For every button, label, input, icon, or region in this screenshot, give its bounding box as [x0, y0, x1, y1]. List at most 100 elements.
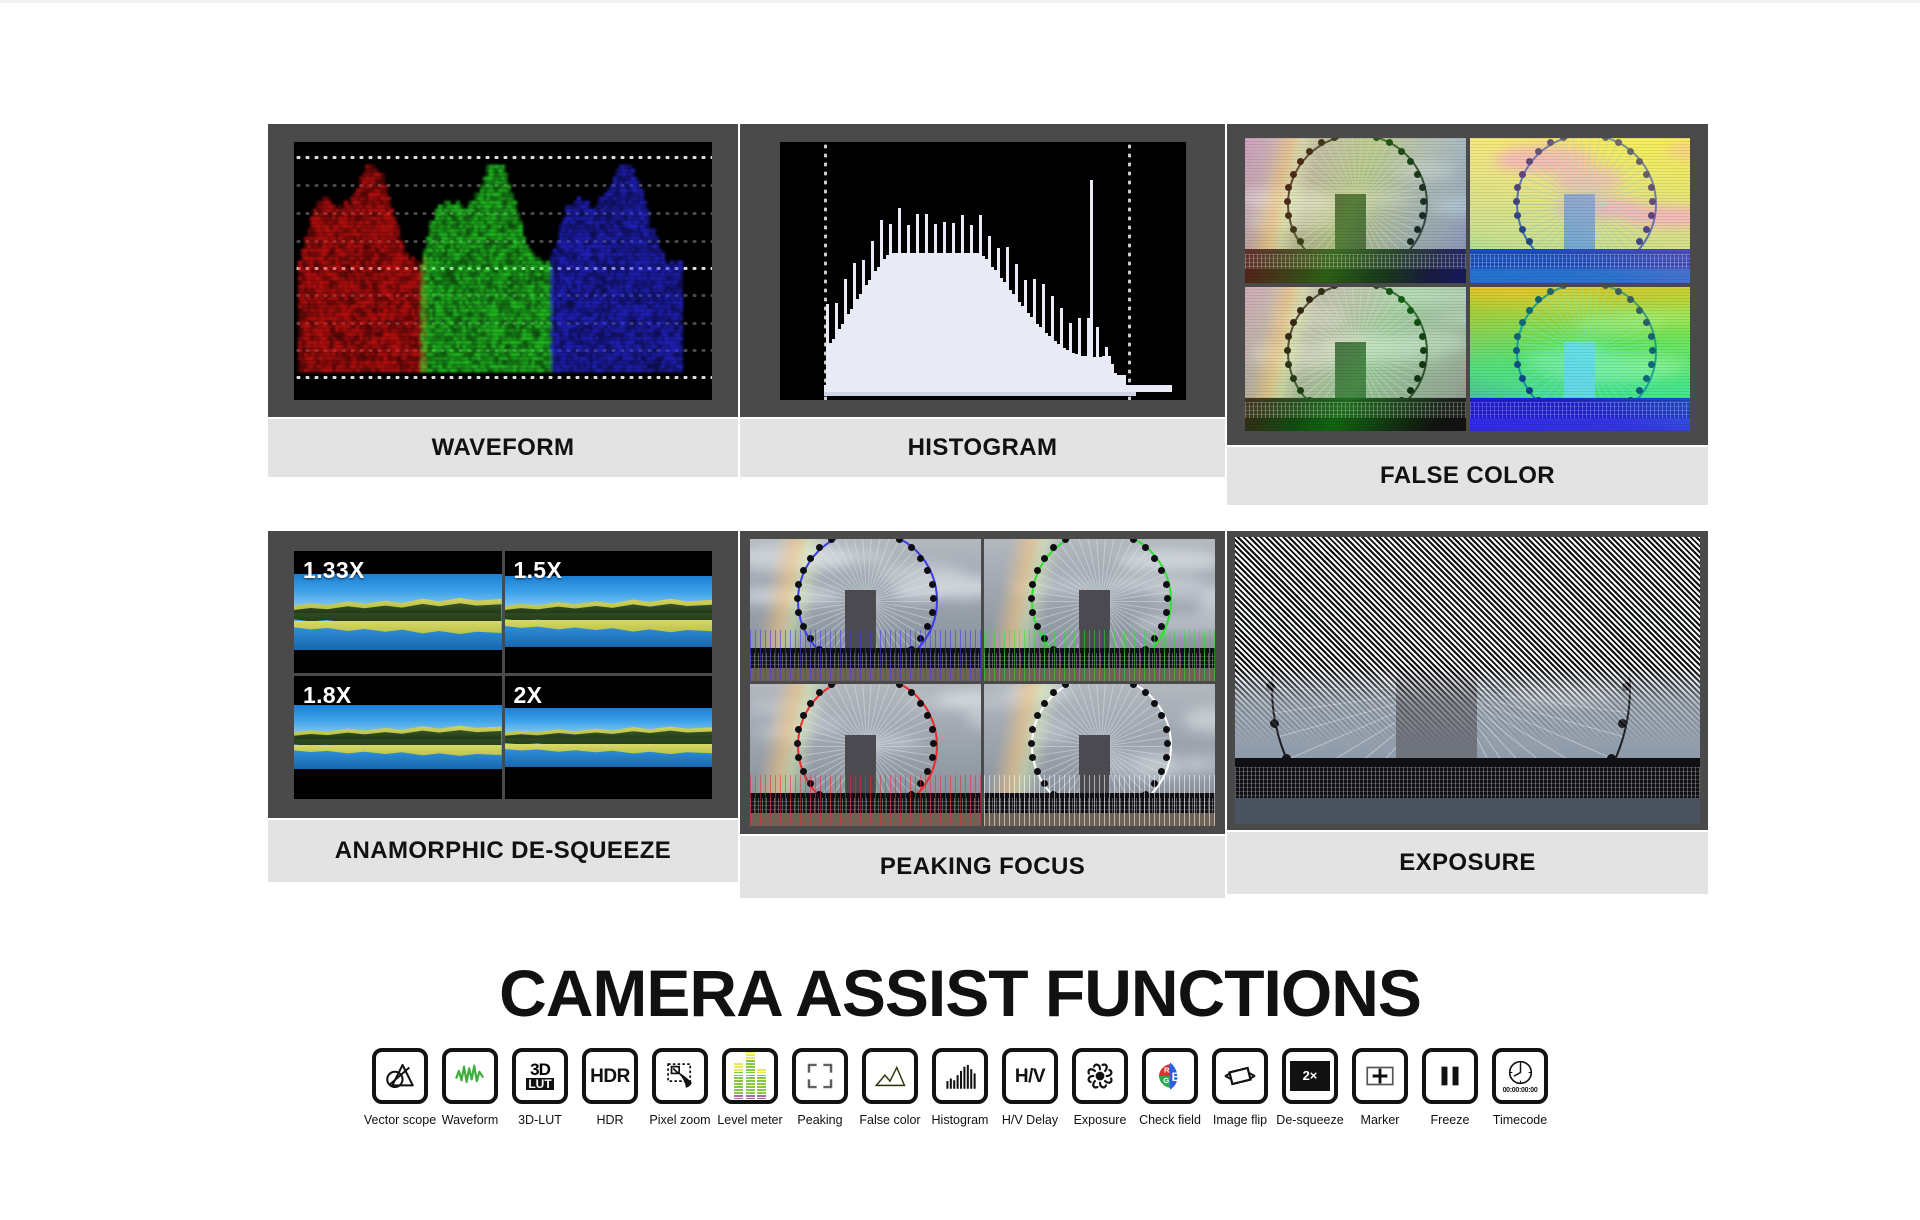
function-icon-label: False color [859, 1113, 921, 1127]
feature-card-waveform[interactable]: WAVEFORM [268, 124, 738, 505]
lake-landscape [504, 707, 712, 767]
function-icon-label: Histogram [931, 1113, 989, 1127]
lake-landscape [504, 576, 712, 648]
feature-card-histogram[interactable]: HISTOGRAM [740, 124, 1225, 505]
function-icon-label: Peaking [797, 1113, 843, 1127]
vector-scope-icon[interactable] [372, 1048, 428, 1104]
pixel-zoom-icon[interactable] [652, 1048, 708, 1104]
london-eye-scene [1469, 286, 1690, 431]
function-icon-item[interactable]: False color [855, 1048, 925, 1127]
histogram-screen [779, 141, 1186, 400]
function-icon-item[interactable]: Exposure [1065, 1048, 1135, 1127]
top-edge-line [0, 0, 1920, 3]
function-icon-label: Level meter [717, 1113, 783, 1127]
false-color-heat [1469, 286, 1690, 431]
peaking-icon[interactable] [792, 1048, 848, 1104]
function-icon-item[interactable]: Level meter [715, 1048, 785, 1127]
function-icon-item[interactable]: R G B Check field [1135, 1048, 1205, 1127]
waveform-trace-green [420, 165, 554, 372]
function-icon-label: Waveform [441, 1113, 499, 1127]
function-icon-item[interactable]: Pixel zoom [645, 1048, 715, 1127]
timecode-icon[interactable]: 00:00:00:00 [1492, 1048, 1548, 1104]
peaking-white [984, 684, 1215, 826]
poster-root: WAVEFORM HISTOGRAM FALSE COLOR 1.33X 1.5… [0, 0, 1920, 1220]
function-icon-item[interactable]: Peaking [785, 1048, 855, 1127]
desqueeze-bars: 2× [1290, 1058, 1330, 1094]
image-flip-icon[interactable] [1212, 1048, 1268, 1104]
river-thames [1469, 417, 1690, 431]
svg-text:B: B [1172, 1070, 1181, 1084]
feature-card-exposure[interactable]: EXPOSURE [1227, 531, 1708, 898]
function-icon-label: Image flip [1212, 1113, 1268, 1127]
icon-text: H/V [1014, 1065, 1046, 1087]
function-icon-item[interactable]: Histogram [925, 1048, 995, 1127]
feature-card-false-color[interactable]: FALSE COLOR [1227, 124, 1708, 505]
false-color-gray [1245, 138, 1466, 283]
anamorphic-ratio-label: 1.8X [303, 682, 352, 708]
river-thames [984, 668, 1215, 681]
function-icon-item[interactable]: Freeze [1415, 1048, 1485, 1127]
exposure-preview [1227, 531, 1708, 830]
function-icon-item[interactable]: 2× De-squeeze [1275, 1048, 1345, 1127]
check-field-icon[interactable]: RGB [1142, 1048, 1198, 1104]
false-color-quad [1245, 138, 1690, 431]
false-color-gray-2 [1245, 286, 1466, 431]
function-icon-item[interactable]: Waveform [435, 1048, 505, 1127]
svg-text:R: R [1164, 1066, 1170, 1075]
function-icon-label: HDR [596, 1113, 624, 1127]
peaking-blue [750, 539, 981, 681]
function-icon-item[interactable]: H/V H/V Delay [995, 1048, 1065, 1127]
function-icon-item[interactable]: Marker [1345, 1048, 1415, 1127]
exposure-icon[interactable] [1072, 1048, 1128, 1104]
function-icon-label: 3D-LUT [518, 1113, 562, 1127]
caption-histogram: HISTOGRAM [740, 419, 1225, 477]
zebra-overexposure-overlay [1235, 537, 1700, 824]
exposure-zebra-image [1235, 537, 1700, 824]
river-thames [1469, 269, 1690, 283]
lake-landscape [294, 705, 502, 770]
3d-lut-icon[interactable]: 3D LUT [512, 1048, 568, 1104]
function-icon-item[interactable]: Vector scope [364, 1048, 436, 1127]
london-eye-scene [1245, 286, 1466, 431]
icon-text: 2× [1302, 1068, 1318, 1083]
river-thames [1245, 269, 1466, 283]
clock-face [1508, 1060, 1532, 1084]
feature-card-peaking[interactable]: PEAKING FOCUS [740, 531, 1225, 898]
de-squeeze-icon[interactable]: 2× [1282, 1048, 1338, 1104]
anamorphic-ratio-label: 1.33X [303, 556, 365, 583]
caption-exposure: EXPOSURE [1227, 832, 1708, 894]
river-thames [1245, 417, 1466, 431]
river-thames [750, 813, 981, 826]
london-eye-scene [750, 539, 981, 681]
waveform-icon[interactable] [442, 1048, 498, 1104]
peaking-quad [750, 539, 1215, 826]
caption-waveform: WAVEFORM [268, 419, 738, 477]
hdr-icon[interactable]: HDR [582, 1048, 638, 1104]
anamorphic-ratio-label: 2X [513, 682, 543, 708]
rgb-petals: RG B [1158, 1062, 1181, 1090]
function-icon-label: Timecode [1492, 1113, 1548, 1127]
feature-card-anamorphic[interactable]: 1.33X 1.5X 1.8X 2X ANAMORPHIC DE-SQUEEZE [268, 531, 738, 898]
freeze-icon[interactable] [1422, 1048, 1478, 1104]
anamorphic-quad: 1.33X 1.5X 1.8X 2X [294, 550, 712, 799]
marker-icon[interactable] [1352, 1048, 1408, 1104]
hv-delay-icon[interactable]: H/V [1002, 1048, 1058, 1104]
anamorphic-cell-2x: 2X [504, 676, 712, 799]
histogram-icon[interactable] [932, 1048, 988, 1104]
icon-text: HDR [590, 1065, 630, 1087]
feature-row-2: 1.33X 1.5X 1.8X 2X ANAMORPHIC DE-SQUEEZE PE… [268, 531, 1708, 898]
peaking-green [984, 539, 1215, 681]
function-icon-item[interactable]: HDR HDR [575, 1048, 645, 1127]
river-thames [750, 668, 981, 681]
function-icon-label: De-squeeze [1276, 1113, 1344, 1127]
false-color-icon[interactable] [862, 1048, 918, 1104]
false-color-preview [1227, 124, 1708, 445]
false-color-pastel [1469, 138, 1690, 283]
function-icon-item[interactable]: 3D LUT 3D-LUT [505, 1048, 575, 1127]
level-meter-icon[interactable] [722, 1048, 778, 1104]
london-eye-scene [984, 684, 1215, 826]
page-title: CAMERA ASSIST FUNCTIONS [499, 956, 1422, 1030]
function-icon-item[interactable]: Image flip [1205, 1048, 1275, 1127]
function-icon-item[interactable]: 00:00:00:00 Timecode [1485, 1048, 1555, 1127]
caption-false-color: FALSE COLOR [1227, 447, 1708, 505]
